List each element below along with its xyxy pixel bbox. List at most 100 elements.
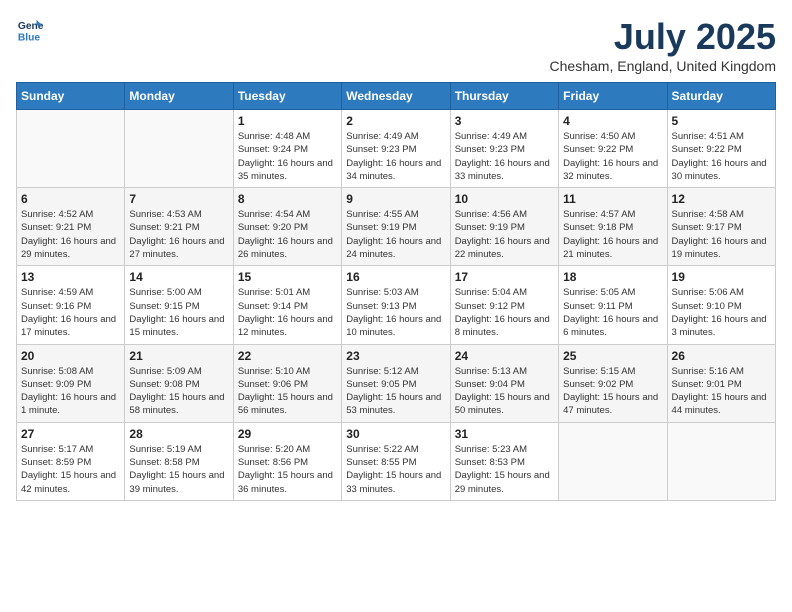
calendar-day-cell: 7 Sunrise: 4:53 AM Sunset: 9:21 PM Daylig… xyxy=(125,188,233,266)
day-info: Sunrise: 5:08 AM Sunset: 9:09 PM Dayligh… xyxy=(21,365,120,418)
day-info: Sunrise: 5:17 AM Sunset: 8:59 PM Dayligh… xyxy=(21,443,120,496)
day-number: 19 xyxy=(672,270,771,284)
day-number: 25 xyxy=(563,349,662,363)
calendar-day-cell: 16 Sunrise: 5:03 AM Sunset: 9:13 PM Dayli… xyxy=(342,266,450,344)
calendar-day-cell: 6 Sunrise: 4:52 AM Sunset: 9:21 PM Daylig… xyxy=(17,188,125,266)
weekday-header-cell: Tuesday xyxy=(233,83,341,110)
day-number: 6 xyxy=(21,192,120,206)
day-info: Sunrise: 4:53 AM Sunset: 9:21 PM Dayligh… xyxy=(129,208,228,261)
day-info: Sunrise: 4:54 AM Sunset: 9:20 PM Dayligh… xyxy=(238,208,337,261)
calendar-day-cell xyxy=(17,110,125,188)
calendar-day-cell xyxy=(125,110,233,188)
calendar-week-row: 1 Sunrise: 4:48 AM Sunset: 9:24 PM Daylig… xyxy=(17,110,776,188)
weekday-header-row: SundayMondayTuesdayWednesdayThursdayFrid… xyxy=(17,83,776,110)
day-number: 13 xyxy=(21,270,120,284)
calendar-day-cell: 5 Sunrise: 4:51 AM Sunset: 9:22 PM Daylig… xyxy=(667,110,775,188)
calendar-day-cell: 27 Sunrise: 5:17 AM Sunset: 8:59 PM Dayli… xyxy=(17,422,125,500)
day-number: 7 xyxy=(129,192,228,206)
calendar-week-row: 27 Sunrise: 5:17 AM Sunset: 8:59 PM Dayli… xyxy=(17,422,776,500)
calendar-week-row: 6 Sunrise: 4:52 AM Sunset: 9:21 PM Daylig… xyxy=(17,188,776,266)
month-title: July 2025 xyxy=(550,16,776,58)
calendar-day-cell: 3Sunrise: 4:49 AM Sunset: 9:23 PM Daylig… xyxy=(450,110,558,188)
calendar-day-cell: 13 Sunrise: 4:59 AM Sunset: 9:16 PM Dayli… xyxy=(17,266,125,344)
calendar-day-cell xyxy=(667,422,775,500)
day-number: 18 xyxy=(563,270,662,284)
day-number: 10 xyxy=(455,192,554,206)
day-info: Sunrise: 5:03 AM Sunset: 9:13 PM Dayligh… xyxy=(346,286,445,339)
day-info: Sunrise: 5:22 AM Sunset: 8:55 PM Dayligh… xyxy=(346,443,445,496)
day-number: 29 xyxy=(238,427,337,441)
day-info: Sunrise: 5:12 AM Sunset: 9:05 PM Dayligh… xyxy=(346,365,445,418)
svg-text:General: General xyxy=(18,21,44,32)
day-number: 9 xyxy=(346,192,445,206)
calendar-day-cell: 18 Sunrise: 5:05 AM Sunset: 9:11 PM Dayli… xyxy=(559,266,667,344)
day-info: Sunrise: 4:59 AM Sunset: 9:16 PM Dayligh… xyxy=(21,286,120,339)
weekday-header-cell: Saturday xyxy=(667,83,775,110)
calendar-day-cell: 23 Sunrise: 5:12 AM Sunset: 9:05 PM Dayli… xyxy=(342,344,450,422)
day-number: 12 xyxy=(672,192,771,206)
day-number: 30 xyxy=(346,427,445,441)
calendar-day-cell: 14Sunrise: 5:00 AM Sunset: 9:15 PM Dayli… xyxy=(125,266,233,344)
calendar-day-cell: 17Sunrise: 5:04 AM Sunset: 9:12 PM Dayli… xyxy=(450,266,558,344)
day-number: 27 xyxy=(21,427,120,441)
logo: General Blue xyxy=(16,16,44,44)
day-info: Sunrise: 4:55 AM Sunset: 9:19 PM Dayligh… xyxy=(346,208,445,261)
day-number: 15 xyxy=(238,270,337,284)
day-number: 28 xyxy=(129,427,228,441)
calendar-day-cell: 26 Sunrise: 5:16 AM Sunset: 9:01 PM Dayli… xyxy=(667,344,775,422)
day-info: Sunrise: 5:09 AM Sunset: 9:08 PM Dayligh… xyxy=(129,365,228,418)
day-number: 24 xyxy=(455,349,554,363)
day-number: 23 xyxy=(346,349,445,363)
calendar-day-cell: 29 Sunrise: 5:20 AM Sunset: 8:56 PM Dayli… xyxy=(233,422,341,500)
day-number: 16 xyxy=(346,270,445,284)
calendar-week-row: 20 Sunrise: 5:08 AM Sunset: 9:09 PM Dayli… xyxy=(17,344,776,422)
weekday-header-cell: Wednesday xyxy=(342,83,450,110)
day-number: 3 xyxy=(455,114,554,128)
calendar-day-cell: 24 Sunrise: 5:13 AM Sunset: 9:04 PM Dayli… xyxy=(450,344,558,422)
calendar-day-cell: 12Sunrise: 4:58 AM Sunset: 9:17 PM Dayli… xyxy=(667,188,775,266)
day-info: Sunrise: 4:51 AM Sunset: 9:22 PM Dayligh… xyxy=(672,130,771,183)
day-number: 22 xyxy=(238,349,337,363)
day-number: 14 xyxy=(129,270,228,284)
weekday-header-cell: Sunday xyxy=(17,83,125,110)
day-info: Sunrise: 5:20 AM Sunset: 8:56 PM Dayligh… xyxy=(238,443,337,496)
day-info: Sunrise: 5:01 AM Sunset: 9:14 PM Dayligh… xyxy=(238,286,337,339)
calendar-day-cell xyxy=(559,422,667,500)
day-info: Sunrise: 5:23 AM Sunset: 8:53 PM Dayligh… xyxy=(455,443,554,496)
day-info: Sunrise: 5:13 AM Sunset: 9:04 PM Dayligh… xyxy=(455,365,554,418)
day-info: Sunrise: 5:19 AM Sunset: 8:58 PM Dayligh… xyxy=(129,443,228,496)
day-number: 17 xyxy=(455,270,554,284)
day-info: Sunrise: 5:05 AM Sunset: 9:11 PM Dayligh… xyxy=(563,286,662,339)
day-number: 20 xyxy=(21,349,120,363)
calendar-day-cell: 4 Sunrise: 4:50 AM Sunset: 9:22 PM Daylig… xyxy=(559,110,667,188)
calendar-day-cell: 30 Sunrise: 5:22 AM Sunset: 8:55 PM Dayli… xyxy=(342,422,450,500)
weekday-header-cell: Friday xyxy=(559,83,667,110)
weekday-header-cell: Thursday xyxy=(450,83,558,110)
svg-text:Blue: Blue xyxy=(18,32,41,43)
calendar-day-cell: 11Sunrise: 4:57 AM Sunset: 9:18 PM Dayli… xyxy=(559,188,667,266)
day-number: 11 xyxy=(563,192,662,206)
calendar-week-row: 13 Sunrise: 4:59 AM Sunset: 9:16 PM Dayli… xyxy=(17,266,776,344)
calendar-day-cell: 19 Sunrise: 5:06 AM Sunset: 9:10 PM Dayli… xyxy=(667,266,775,344)
weekday-header-cell: Monday xyxy=(125,83,233,110)
calendar-table: SundayMondayTuesdayWednesdayThursdayFrid… xyxy=(16,82,776,501)
day-number: 1 xyxy=(238,114,337,128)
day-number: 26 xyxy=(672,349,771,363)
calendar-day-cell: 9 Sunrise: 4:55 AM Sunset: 9:19 PM Daylig… xyxy=(342,188,450,266)
logo-icon: General Blue xyxy=(16,16,44,44)
calendar-day-cell: 2Sunrise: 4:49 AM Sunset: 9:23 PM Daylig… xyxy=(342,110,450,188)
day-number: 5 xyxy=(672,114,771,128)
calendar-day-cell: 1 Sunrise: 4:48 AM Sunset: 9:24 PM Daylig… xyxy=(233,110,341,188)
day-info: Sunrise: 5:16 AM Sunset: 9:01 PM Dayligh… xyxy=(672,365,771,418)
day-info: Sunrise: 4:52 AM Sunset: 9:21 PM Dayligh… xyxy=(21,208,120,261)
day-number: 31 xyxy=(455,427,554,441)
day-info: Sunrise: 5:10 AM Sunset: 9:06 PM Dayligh… xyxy=(238,365,337,418)
day-info: Sunrise: 4:48 AM Sunset: 9:24 PM Dayligh… xyxy=(238,130,337,183)
page-header: General Blue July 2025 Chesham, England,… xyxy=(16,16,776,74)
location: Chesham, England, United Kingdom xyxy=(550,58,776,74)
day-number: 4 xyxy=(563,114,662,128)
day-number: 21 xyxy=(129,349,228,363)
day-info: Sunrise: 5:15 AM Sunset: 9:02 PM Dayligh… xyxy=(563,365,662,418)
day-info: Sunrise: 5:06 AM Sunset: 9:10 PM Dayligh… xyxy=(672,286,771,339)
day-info: Sunrise: 4:50 AM Sunset: 9:22 PM Dayligh… xyxy=(563,130,662,183)
